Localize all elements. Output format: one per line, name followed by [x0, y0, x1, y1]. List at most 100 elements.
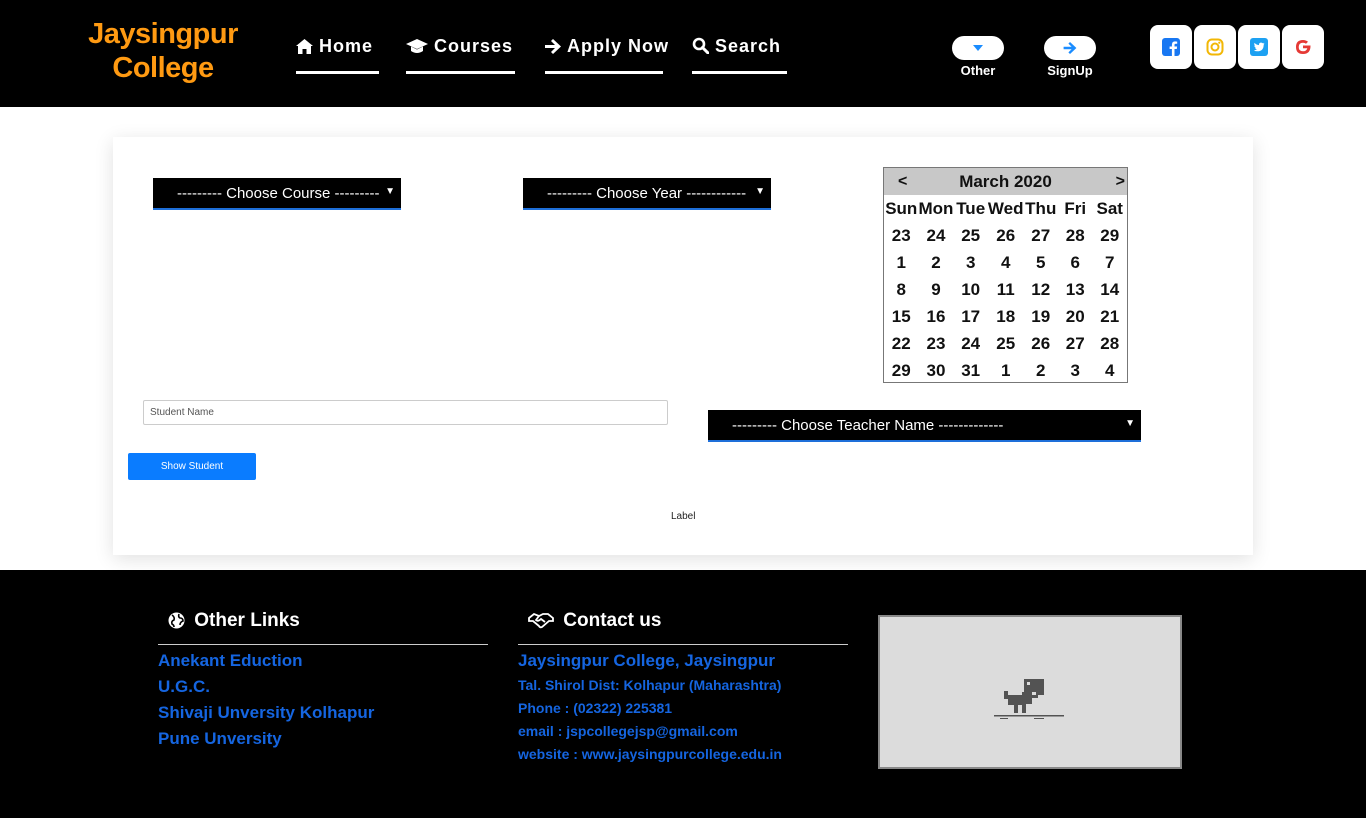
signup-pill[interactable] [1044, 36, 1096, 60]
calendar-day[interactable]: 3 [1058, 357, 1093, 384]
google-link[interactable] [1282, 25, 1324, 69]
contact-college-name: Jaysingpur College, Jaysingpur [518, 651, 775, 670]
course-select[interactable]: --------- Choose Course --------- ▼ [153, 178, 401, 210]
calendar-day[interactable]: 15 [884, 303, 918, 330]
calendar-day[interactable]: 22 [884, 330, 918, 357]
signup-label: SignUp [1047, 63, 1093, 78]
other-menu-button[interactable]: Other [948, 36, 1008, 78]
calendar-day[interactable]: 24 [953, 330, 988, 357]
calendar-day[interactable]: 23 [884, 222, 918, 249]
footer-link-ugc[interactable]: U.G.C. [158, 677, 210, 697]
student-name-input[interactable]: Student Name [143, 400, 668, 425]
calendar-day[interactable]: 26 [1024, 330, 1059, 357]
twitter-link[interactable] [1238, 25, 1280, 69]
calendar-day[interactable]: 9 [918, 276, 953, 303]
instagram-icon [1206, 38, 1224, 56]
calendar-day[interactable]: 20 [1058, 303, 1093, 330]
calendar-day[interactable]: 1 [884, 249, 918, 276]
calendar-day[interactable]: 21 [1093, 303, 1128, 330]
calendar-day[interactable]: 16 [918, 303, 953, 330]
contact-address: Tal. Shirol Dist: Kolhapur (Maharashtra) [518, 677, 782, 693]
footer-link-pune[interactable]: Pune Unversity [158, 729, 282, 749]
calendar-day[interactable]: 23 [918, 330, 953, 357]
calendar-day[interactable]: 19 [1024, 303, 1059, 330]
calendar-day[interactable]: 17 [953, 303, 988, 330]
other-pill[interactable] [952, 36, 1004, 60]
nav-apply-now[interactable]: Apply Now [545, 36, 668, 74]
calendar-day[interactable]: 27 [1058, 330, 1093, 357]
signup-button[interactable]: SignUp [1040, 36, 1100, 78]
nav-home-label: Home [319, 36, 374, 56]
calendar-day[interactable]: 1 [988, 357, 1024, 384]
calendar-weekday: Thu [1025, 199, 1057, 218]
embedded-map-frame[interactable] [878, 615, 1182, 769]
calendar-weekday: Mon [918, 199, 954, 218]
course-select-value: --------- Choose Course --------- [177, 185, 380, 202]
nav-apply-label: Apply Now [567, 36, 669, 56]
calendar-day[interactable]: 13 [1058, 276, 1093, 303]
site-logo[interactable]: Jaysingpur College [88, 17, 238, 85]
calendar-day[interactable]: 18 [988, 303, 1024, 330]
show-student-button[interactable]: Show Student [128, 453, 256, 480]
instagram-link[interactable] [1194, 25, 1236, 69]
calendar-weekday: Tue [956, 199, 986, 218]
calendar-header: < March 2020 > [884, 168, 1127, 195]
calendar-day[interactable]: 12 [1024, 276, 1059, 303]
calendar-day[interactable]: 6 [1058, 249, 1093, 276]
contact-website[interactable]: website : www.jaysingpurcollege.edu.in [518, 746, 782, 762]
teacher-select[interactable]: --------- Choose Teacher Name ----------… [708, 410, 1141, 442]
logo-line-1: Jaysingpur [88, 18, 238, 50]
home-icon [296, 36, 313, 57]
calendar-day[interactable]: 29 [884, 357, 918, 384]
calendar-day[interactable]: 11 [988, 276, 1024, 303]
calendar-day[interactable]: 4 [1093, 357, 1128, 384]
calendar-day[interactable]: 10 [953, 276, 988, 303]
calendar-day[interactable]: 25 [953, 222, 988, 249]
calendar-day[interactable]: 28 [1058, 222, 1093, 249]
site-header: Jaysingpur College Home Courses Apply No… [0, 0, 1366, 107]
calendar-day[interactable]: 4 [988, 249, 1024, 276]
calendar-day[interactable]: 30 [918, 357, 953, 384]
site-footer: Other Links Anekant Eduction U.G.C. Shiv… [0, 570, 1366, 818]
calendar-day[interactable]: 25 [988, 330, 1024, 357]
year-select[interactable]: --------- Choose Year ------------ ▼ [523, 178, 771, 210]
other-links-heading: Other Links [158, 610, 488, 645]
calendar-day[interactable]: 27 [1024, 222, 1059, 249]
footer-link-shivaji[interactable]: Shivaji Unversity Kolhapur [158, 703, 374, 723]
calendar-day[interactable]: 7 [1093, 249, 1128, 276]
calendar-month-year: March 2020 [959, 172, 1052, 191]
calendar-weekday: Wed [987, 199, 1024, 218]
calendar-weekday: Sat [1096, 199, 1123, 218]
facebook-link[interactable] [1150, 25, 1192, 69]
calendar-weekday: Fri [1064, 199, 1087, 218]
calendar-weekday: Sun [885, 199, 918, 218]
year-select-value: --------- Choose Year ------------ [547, 185, 747, 202]
globe-icon [168, 612, 185, 629]
other-links-title: Other Links [194, 610, 300, 631]
calendar-day[interactable]: 8 [884, 276, 918, 303]
calendar-day[interactable]: 3 [953, 249, 988, 276]
calendar-day[interactable]: 28 [1093, 330, 1128, 357]
footer-link-anekant[interactable]: Anekant Eduction [158, 651, 303, 671]
calendar-day[interactable]: 31 [953, 357, 988, 384]
calendar-prev-button[interactable]: < [898, 168, 907, 195]
graduation-cap-icon [406, 36, 428, 57]
contact-email[interactable]: email : jspcollegejsp@gmail.com [518, 723, 738, 739]
calendar-day[interactable]: 24 [918, 222, 953, 249]
teacher-select-value: --------- Choose Teacher Name ----------… [732, 417, 1004, 434]
calendar-day[interactable]: 2 [1024, 357, 1059, 384]
nav-home[interactable]: Home [296, 36, 379, 74]
calendar-next-button[interactable]: > [1116, 168, 1125, 195]
calendar-day[interactable]: 2 [918, 249, 953, 276]
nav-courses[interactable]: Courses [406, 36, 515, 74]
search-icon [692, 36, 710, 57]
calendar-day[interactable]: 26 [988, 222, 1024, 249]
handshake-icon [528, 612, 554, 629]
calendar-day[interactable]: 14 [1093, 276, 1128, 303]
calendar-day[interactable]: 29 [1093, 222, 1128, 249]
dinosaur-icon [994, 679, 1064, 719]
twitter-icon [1250, 38, 1268, 56]
dropdown-arrow-icon: ▼ [755, 186, 765, 197]
calendar-day[interactable]: 5 [1024, 249, 1059, 276]
nav-search[interactable]: Search [692, 36, 787, 74]
